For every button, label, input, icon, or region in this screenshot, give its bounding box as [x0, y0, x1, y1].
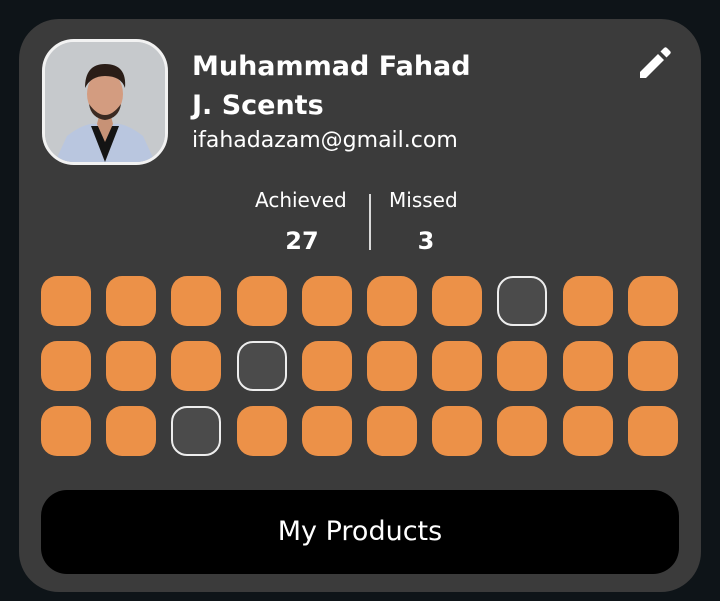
day-cell-missed[interactable]	[236, 341, 287, 391]
day-cell-achieved[interactable]	[41, 341, 91, 391]
day-cell-achieved[interactable]	[236, 276, 287, 326]
my-products-button[interactable]: My Products	[41, 490, 679, 574]
day-cell-achieved[interactable]	[106, 276, 157, 326]
day-cell-achieved[interactable]	[627, 341, 678, 391]
day-cell-achieved[interactable]	[171, 276, 222, 326]
day-cell-achieved[interactable]	[627, 276, 678, 326]
day-cell-missed[interactable]	[497, 276, 548, 326]
achieved-label: Achieved	[255, 188, 347, 212]
avatar[interactable]	[42, 39, 168, 165]
day-cell-achieved[interactable]	[106, 341, 157, 391]
achieved-value: 27	[285, 227, 319, 255]
day-cell-achieved[interactable]	[301, 341, 352, 391]
profile-name-line1: Muhammad Fahad	[192, 51, 471, 82]
day-cell-achieved[interactable]	[41, 406, 91, 456]
day-cell-achieved[interactable]	[432, 406, 483, 456]
missed-value: 3	[417, 227, 435, 255]
day-cell-achieved[interactable]	[627, 406, 678, 456]
day-cell-achieved[interactable]	[171, 341, 222, 391]
day-cell-achieved[interactable]	[366, 406, 417, 456]
stats-row: Achieved 27 Missed 3	[19, 185, 701, 265]
stats-divider	[369, 194, 371, 250]
day-cell-achieved[interactable]	[497, 341, 548, 391]
day-cell-achieved[interactable]	[497, 406, 548, 456]
edit-profile-button[interactable]	[633, 41, 677, 85]
day-cell-achieved[interactable]	[366, 341, 417, 391]
day-cell-achieved[interactable]	[562, 276, 613, 326]
day-cell-achieved[interactable]	[301, 276, 352, 326]
day-cell-achieved[interactable]	[236, 406, 287, 456]
day-cell-achieved[interactable]	[106, 406, 157, 456]
day-cell-missed[interactable]	[171, 406, 222, 456]
day-cell-achieved[interactable]	[41, 276, 91, 326]
missed-label: Missed	[389, 188, 458, 212]
profile-name: Muhammad Fahad J. Scents	[192, 47, 471, 125]
pencil-icon	[640, 47, 671, 78]
profile-card: Muhammad Fahad J. Scents ifahadazam@gmai…	[19, 19, 701, 592]
day-cell-achieved[interactable]	[432, 341, 483, 391]
day-cell-achieved[interactable]	[562, 406, 613, 456]
day-cell-achieved[interactable]	[301, 406, 352, 456]
profile-photo	[45, 42, 165, 162]
profile-name-line2: J. Scents	[192, 90, 324, 121]
day-cell-achieved[interactable]	[366, 276, 417, 326]
day-cell-achieved[interactable]	[432, 276, 483, 326]
day-cell-achieved[interactable]	[562, 341, 613, 391]
profile-email: ifahadazam@gmail.com	[192, 128, 458, 153]
day-tracker-grid	[41, 276, 681, 456]
